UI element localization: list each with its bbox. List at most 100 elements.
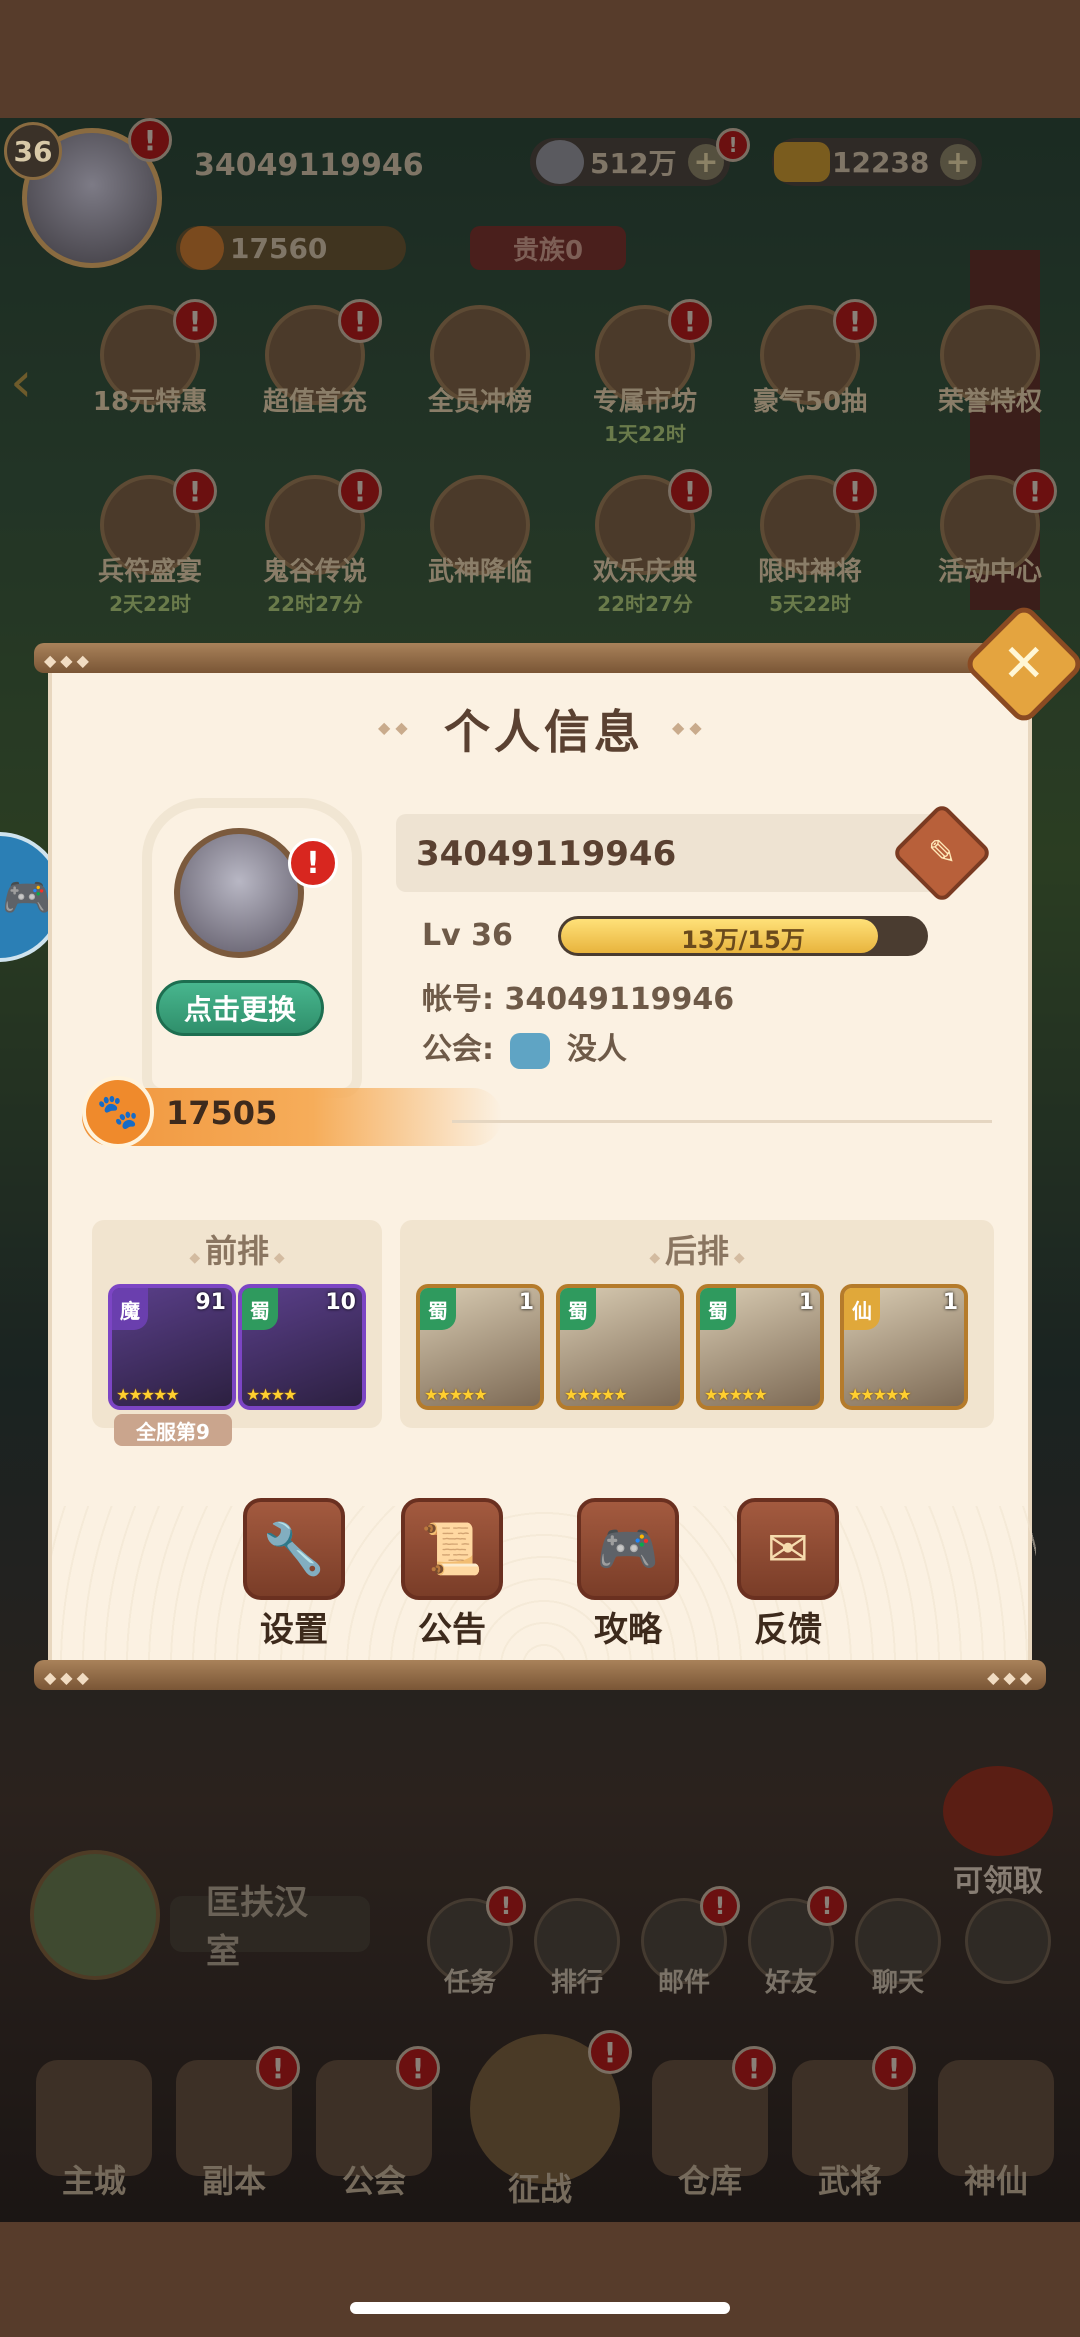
task-label: 任务 [443,1968,496,1998]
paw-icon: 🐾 [82,1076,154,1148]
hero-card[interactable]: 魔 91 ★★★★★ [108,1284,236,1410]
close-icon: ✕ [1002,633,1046,694]
vip-badge[interactable]: 贵族0 [470,226,626,270]
hero-faction-badge: 蜀 [420,1288,456,1330]
hero-stars: ★★★★★ [424,1385,488,1404]
add-ingots-button[interactable]: + [940,144,976,180]
activity-item[interactable]: 荣誉特权 [915,305,1065,418]
ingot-icon [774,142,830,182]
reward-claim-button[interactable]: 可领取 [928,1766,1068,1900]
coin-alert-icon: ! [716,128,750,162]
chat-button[interactable]: 聊天 [848,1898,948,1999]
hero-stars: ★★★★ [246,1385,297,1404]
announcement-button[interactable]: 📜 公告 [382,1498,522,1651]
bottom-hud: 可领取 匡扶汉室 ! 任务 排行 ! 邮件 ! 好友 聊天 主城 ! 副本 ! … [0,1750,1080,2222]
home-indicator[interactable] [350,2302,730,2314]
top-hud: 36 ! 34049119946 512万 + ! 12238 + 17560 … [0,118,1080,288]
bottom-frame [0,2222,1080,2337]
edit-name-button[interactable]: ✎ [891,802,993,904]
exp-progress-bar: 13万/15万 [558,916,928,956]
hero-faction-badge: 仙 [844,1288,880,1330]
feedback-button[interactable]: ✉ 反馈 [718,1498,858,1651]
title-decoration-icon [672,718,712,738]
hero-card[interactable]: 蜀 10 ★★★★ [238,1284,366,1410]
activity-item[interactable]: ! 专属市坊 1天22时 [570,299,720,447]
activity-label: 专属市坊 [592,387,697,417]
task-button[interactable]: ! 任务 [420,1886,526,1999]
activity-alert-icon: ! [173,469,217,513]
activity-alert-icon: ! [173,299,217,343]
activity-timer: 2天22时 [109,592,191,616]
activity-item[interactable]: 全员冲榜 [405,305,555,418]
mail-button[interactable]: ! 邮件 [634,1886,740,1999]
nav-campaign[interactable]: ! 征战 [470,2030,632,2210]
nav-generals[interactable]: ! 武将 [780,2046,920,2202]
ranking-button[interactable]: 排行 [527,1898,627,1999]
activity-item[interactable]: ! 18元特惠 [75,299,225,418]
power-value: 17505 [166,1094,278,1132]
nav-dungeon[interactable]: ! 副本 [164,2046,304,2202]
settings-button[interactable]: 🔧 设置 [224,1498,364,1651]
quest-hero-icon [30,1850,160,1980]
friends-button[interactable]: ! 好友 [741,1886,847,1999]
guide-button[interactable]: 🎮 攻略 [558,1498,698,1651]
hero-card[interactable]: 蜀 1 ★★★★★ [416,1284,544,1410]
hero-faction-badge: 蜀 [560,1288,596,1330]
chevron-left-icon[interactable]: ‹ [10,350,50,415]
divider [452,1120,992,1123]
gamepad-icon: 🎮 [2,874,52,921]
nav-label: 主城 [61,2162,126,2200]
hero-level: 1 [942,1290,958,1315]
server-rank-badge: 全服第9 [114,1414,232,1446]
hero-card[interactable]: 蜀 ★★★★★ [556,1284,684,1410]
activity-item[interactable]: ! 豪气50抽 [735,299,885,418]
activity-timer: 5天22时 [769,592,851,616]
ingot-value: 12238 [832,145,930,179]
activity-item[interactable]: ! 欢乐庆典 22时27分 [570,469,720,617]
nav-alert-icon: ! [588,2030,632,2074]
player-name: 34049119946 [194,148,424,183]
quest-banner-label: 匡扶汉室 [170,1883,370,1972]
activity-item[interactable]: ! 兵符盛宴 2天22时 [75,469,225,617]
feedback-icon: ✉ [737,1498,839,1600]
activity-label: 武神降临 [427,557,532,587]
hero-card[interactable]: 蜀 1 ★★★★★ [696,1284,824,1410]
nav-label: 副本 [201,2162,266,2200]
announcement-label: 公告 [418,1610,486,1650]
activity-item[interactable]: 武神降临 [405,475,555,588]
front-row-header: 前排 [92,1226,382,1272]
guild-emblem-icon [510,1032,551,1069]
hero-card[interactable]: 仙 1 ★★★★★ [840,1284,968,1410]
main-quest-banner[interactable]: 匡扶汉室 [30,1850,370,1980]
dialog-title: 个人信息 [444,705,644,759]
activity-label: 活动中心 [937,557,1042,587]
nav-alert-icon: ! [256,2046,300,2090]
friends-label: 好友 [764,1968,817,1998]
activity-item[interactable]: ! 超值首充 [240,299,390,418]
nav-main-city[interactable]: 主城 [24,2060,164,2202]
activity-item[interactable]: ! 限时神将 5天22时 [735,469,885,617]
hero-faction-badge: 魔 [112,1288,148,1330]
nav-label: 仓库 [677,2162,742,2200]
nav-alert-icon: ! [872,2046,916,2090]
nav-alert-icon: ! [396,2046,440,2090]
front-row-lineup: 前排 魔 91 ★★★★★ 蜀 10 ★★★★ [92,1220,382,1428]
activity-item[interactable]: ! 鬼谷传说 22时27分 [240,469,390,617]
change-avatar-button[interactable]: 点击更换 [156,980,324,1036]
nav-warehouse[interactable]: ! 仓库 [640,2046,780,2202]
activity-item[interactable]: ! 活动中心 [915,469,1065,588]
hero-level: 91 [195,1290,226,1315]
nav-guild[interactable]: ! 公会 [304,2046,444,2202]
scroll-rod-bottom: ◆◆◆ ◆◆◆ [34,1660,1046,1690]
player-name-field: 34049119946 ✎ [396,802,993,904]
nav-immortals[interactable]: 神仙 [926,2060,1066,2202]
guide-icon: 🎮 [577,1498,679,1600]
profile-avatar[interactable]: ! [174,828,338,958]
player-level: Lv 36 [422,918,513,953]
activity-label: 18元特惠 [92,387,208,417]
chat-label: 聊天 [871,1968,924,1998]
paw-shortcut-button[interactable] [958,1898,1058,1984]
reward-label: 可领取 [953,1864,1043,1899]
activity-label: 鬼谷传说 [262,557,367,587]
account-value: 34049119946 [504,982,735,1017]
